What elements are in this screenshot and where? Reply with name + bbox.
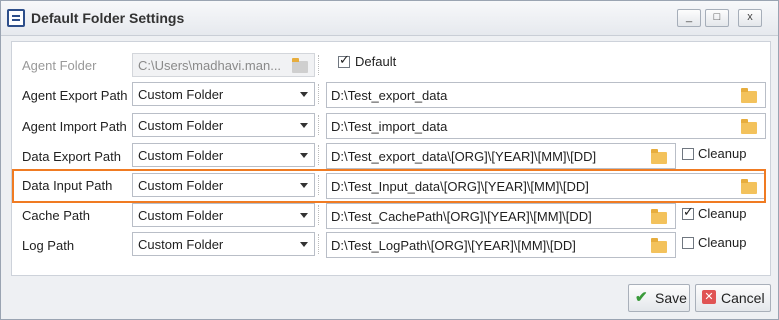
agent-folder-field: C:\Users\madhavi.man...	[132, 53, 315, 77]
browse-folder-icon[interactable]	[651, 149, 667, 164]
maximize-button[interactable]: □	[705, 9, 729, 27]
cache-cleanup-label: Cleanup	[698, 206, 747, 221]
agent-import-path-input[interactable]: D:\Test_import_data	[326, 113, 766, 139]
data-export-path-input[interactable]: D:\Test_export_data\[ORG]\[YEAR]\[MM]\[D…	[326, 143, 676, 169]
cancel-button[interactable]: ✕ Cancel	[695, 284, 771, 312]
data-export-path-select[interactable]: Custom Folder	[132, 143, 315, 167]
cache-path-value: D:\Test_CachePath\[ORG]\[YEAR]\[MM]\[DD]	[331, 209, 592, 224]
agent-import-path-value: D:\Test_import_data	[331, 119, 448, 134]
cache-path-mode: Custom Folder	[138, 208, 224, 223]
agent-import-path-mode: Custom Folder	[138, 118, 224, 133]
data-export-path-label: Data Export Path	[22, 149, 121, 164]
save-button[interactable]: ✔ Save	[628, 284, 690, 312]
agent-import-path-label: Agent Import Path	[22, 119, 127, 134]
cache-path-select[interactable]: Custom Folder	[132, 203, 315, 227]
agent-folder-label: Agent Folder	[22, 58, 97, 73]
close-button[interactable]: x	[738, 9, 762, 27]
default-label: Default	[355, 54, 397, 69]
log-path-mode: Custom Folder	[138, 237, 224, 252]
data-export-cleanup-label: Cleanup	[698, 146, 747, 161]
splitter-grip	[318, 234, 322, 254]
data-export-path-mode: Custom Folder	[138, 148, 224, 163]
splitter-grip	[318, 145, 322, 165]
cache-path-input[interactable]: D:\Test_CachePath\[ORG]\[YEAR]\[MM]\[DD]	[326, 203, 676, 229]
window-title: Default Folder Settings	[31, 10, 185, 26]
log-cleanup-label: Cleanup	[698, 235, 747, 250]
cancel-icon: ✕	[702, 290, 716, 304]
settings-panel: Agent Folder C:\Users\madhavi.man... Def…	[11, 41, 771, 276]
app-icon	[7, 9, 25, 27]
browse-folder-icon[interactable]	[651, 238, 667, 253]
log-path-input[interactable]: D:\Test_LogPath\[ORG]\[YEAR]\[MM]\[DD]	[326, 232, 676, 258]
log-cleanup-checkbox[interactable]	[682, 237, 694, 249]
agent-export-path-value: D:\Test_export_data	[331, 88, 448, 103]
log-path-label: Log Path	[22, 238, 75, 253]
check-icon: ✔	[635, 289, 648, 306]
agent-export-path-label: Agent Export Path	[22, 88, 128, 103]
dropdown-arrow-icon	[300, 92, 308, 97]
splitter-grip	[318, 115, 322, 135]
agent-export-path-select[interactable]: Custom Folder	[132, 82, 315, 106]
data-export-path-value: D:\Test_export_data\[ORG]\[YEAR]\[MM]\[D…	[331, 149, 597, 164]
title-bar: Default Folder Settings _ □ x	[1, 1, 778, 36]
dropdown-arrow-icon	[300, 153, 308, 158]
agent-import-path-select[interactable]: Custom Folder	[132, 113, 315, 137]
log-path-select[interactable]: Custom Folder	[132, 232, 315, 256]
data-export-cleanup-checkbox[interactable]	[682, 148, 694, 160]
browse-folder-icon[interactable]	[741, 88, 757, 103]
agent-export-path-mode: Custom Folder	[138, 87, 224, 102]
log-path-value: D:\Test_LogPath\[ORG]\[YEAR]\[MM]\[DD]	[331, 238, 576, 253]
dropdown-arrow-icon	[300, 242, 308, 247]
splitter-grip	[318, 205, 322, 225]
browse-folder-icon[interactable]	[651, 209, 667, 224]
cancel-label: Cancel	[721, 290, 765, 306]
dropdown-arrow-icon	[300, 123, 308, 128]
highlight-box	[12, 169, 766, 203]
settings-window: Default Folder Settings _ □ x Agent Fold…	[0, 0, 779, 320]
cache-path-label: Cache Path	[22, 208, 90, 223]
dropdown-arrow-icon	[300, 213, 308, 218]
cache-cleanup-checkbox[interactable]	[682, 204, 694, 220]
save-label: Save	[655, 290, 687, 306]
agent-export-path-input[interactable]: D:\Test_export_data	[326, 82, 766, 108]
default-checkbox[interactable]	[338, 52, 350, 68]
minimize-button[interactable]: _	[677, 9, 701, 27]
splitter-grip	[318, 55, 322, 75]
splitter-grip	[318, 84, 322, 104]
agent-folder-value: C:\Users\madhavi.man...	[138, 58, 282, 73]
folder-icon	[292, 58, 308, 73]
browse-folder-icon[interactable]	[741, 119, 757, 134]
